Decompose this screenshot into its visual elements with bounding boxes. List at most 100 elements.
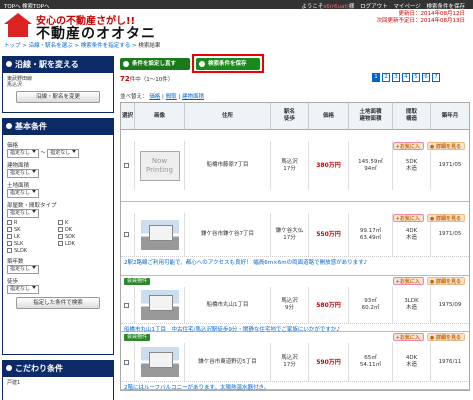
page-4[interactable]: 4 — [402, 73, 410, 82]
kodawari-section: 戸建1 — [2, 377, 114, 400]
area-cell: 93㎡ 60.2㎡ — [349, 287, 393, 323]
basic-section-title: 基本条件 — [15, 122, 47, 131]
breadcrumb-conditions[interactable]: 検索条件を指定する — [81, 43, 131, 49]
layout-option[interactable]: SLDK — [7, 248, 58, 254]
image-cell — [135, 287, 185, 323]
price-cell: 580万円 — [309, 287, 349, 323]
layout-option[interactable]: K — [58, 220, 109, 226]
price-cell: 380万円 — [309, 141, 349, 190]
table-row: +お気に入 ● 詳細を見る 鎌ケ谷市鎌ケ谷7丁目 鎌ケ谷大仏 17分 550万円… — [121, 213, 469, 276]
price-label: 価格 — [7, 143, 19, 149]
pr-comment: 2階にはルーフバルコニーがあります。太陽熱温水器付き。 — [121, 381, 469, 392]
price-min-select[interactable]: 指定なし — [7, 149, 40, 158]
row-cells: 船橋市丸山1丁目 馬込沢 9分 580万円 93㎡ 60.2㎡ 3LDK 木造 … — [121, 287, 469, 323]
header-station: 駅名 徒歩 — [271, 103, 309, 129]
line-section-title: 沿線・駅を変える — [15, 60, 79, 69]
page-6[interactable]: 6 — [422, 73, 430, 82]
select-checkbox[interactable] — [124, 302, 129, 308]
chevron-down-icon — [32, 286, 37, 289]
image-cell: Now Printing — [135, 141, 185, 190]
sort-layout-link[interactable]: 間取 — [166, 94, 177, 100]
station-cell: 馬込沢 17分 — [271, 141, 309, 190]
area-select[interactable]: 指定なし — [7, 169, 40, 178]
select-checkbox[interactable] — [124, 232, 129, 237]
pr-comment: 2駅2路線ご利用可能で、都心へのアクセスも良好！ 幅員6m×6mの両面道路で開放… — [121, 256, 469, 267]
layout-option[interactable]: R — [7, 220, 58, 226]
favorite-button[interactable]: +お気に入 — [392, 214, 424, 222]
page-7[interactable]: 7 — [432, 73, 440, 82]
page-1[interactable]: 1 — [372, 73, 380, 82]
layout-option[interactable]: SDK — [58, 234, 109, 240]
highlight-box — [192, 54, 264, 73]
sort-label: 並べ替え： — [120, 94, 148, 100]
pagination: 1 2 3 4 5 6 7 — [372, 73, 440, 82]
image-cell — [135, 213, 185, 256]
header-area: 土地面積 建物面積 — [349, 103, 393, 129]
walk-select[interactable]: 指定なし — [7, 285, 40, 294]
layout-option[interactable]: LK — [7, 234, 58, 240]
layout-options: R K SK DK LK SDK SLK LDK SLDK — [7, 220, 109, 254]
price-max-select[interactable]: 指定なし — [47, 149, 80, 158]
select-cell — [121, 213, 135, 256]
price-cell: 590万円 — [309, 343, 349, 381]
top-bar: TOPへ 検索TOPへ ようこそs6(r6uat)様 ログアウト マイページ 検… — [0, 0, 473, 10]
tilde: 〜 — [40, 150, 46, 156]
header-built: 築年月 — [441, 112, 459, 119]
now-printing-image[interactable]: Now Printing — [139, 150, 180, 181]
page-2[interactable]: 2 — [382, 73, 390, 82]
sidebar: 沿線・駅を変える 東武野田線 馬込沢 沿線・駅名を変更 基本条件 価格 指定なし… — [2, 56, 114, 400]
change-line-button[interactable]: 沿線・駅名を変更 — [16, 91, 100, 103]
select-checkbox[interactable] — [124, 359, 129, 365]
kodawari-section-header: こだわり条件 — [2, 360, 114, 377]
breadcrumb: トップ > 沿線・駅名を選ぶ > 検索条件を指定する > 検索結果 — [4, 43, 161, 49]
station-cell: 馬込沢 9分 — [271, 287, 309, 323]
sort-bar: 並べ替え： 価格 | 間取 | 建物面積 — [120, 94, 205, 100]
image-cell — [135, 343, 185, 381]
select-cell — [121, 287, 135, 323]
area-cell: 65㎡ 54.11㎡ — [349, 343, 393, 381]
bullet-icon — [6, 365, 12, 371]
reset-conditions-button[interactable]: 条件を設定し直す — [120, 58, 190, 70]
results-table: 選択 画像 住所 駅名 徒歩 価格 土地面積 建物面積 間取 構造 築年月 +お… — [120, 102, 470, 391]
detail-button[interactable]: ● 詳細を見る — [426, 333, 465, 341]
layout-option[interactable]: SLK — [7, 241, 58, 247]
row-cells: 鎌ケ谷市東道野辺5丁目 馬込沢 17分 590万円 65㎡ 54.11㎡ 4DK… — [121, 343, 469, 381]
favorite-button[interactable]: +お気に入 — [392, 333, 424, 341]
detail-button[interactable]: ● 詳細を見る — [426, 214, 465, 222]
station-cell: 鎌ケ谷大仏 17分 — [271, 213, 309, 256]
layout-label: 部屋数・間取タイプ — [7, 203, 57, 209]
select-checkbox[interactable] — [124, 163, 129, 168]
layout-option[interactable]: DK — [58, 227, 109, 233]
header-price: 価格 — [309, 103, 349, 129]
result-count: 72件中（1〜10件） — [120, 75, 174, 83]
land-select[interactable]: 指定なし — [7, 189, 40, 198]
sort-price-link[interactable]: 価格 — [149, 94, 160, 100]
property-photo[interactable] — [140, 219, 179, 250]
built-cell: 1975/09 — [438, 301, 462, 308]
breadcrumb-line[interactable]: 沿線・駅名を選ぶ — [29, 43, 73, 49]
property-photo[interactable] — [140, 347, 179, 377]
select-cell — [121, 141, 135, 190]
table-body: +お気に入 ● 詳細を見る Now Printing 船橋市藤原7丁目 馬込沢 … — [121, 141, 469, 392]
update-dates: 更新日：2014年08月12日 次回更新予定日：2014年08月13日 — [377, 11, 466, 25]
property-photo[interactable] — [140, 290, 179, 320]
station-cell: 馬込沢 17分 — [271, 343, 309, 381]
search-button[interactable]: 指定した条件で検索 — [16, 297, 100, 309]
logo-name[interactable]: 不動産のオオタニ — [36, 23, 156, 43]
page-5[interactable]: 5 — [412, 73, 420, 82]
layout-option[interactable]: SK — [7, 227, 58, 233]
page-3[interactable]: 3 — [392, 73, 400, 82]
address-cell: 船橋市丸山1丁目 — [185, 287, 271, 323]
layout-option[interactable]: LDK — [58, 241, 109, 247]
chevron-down-icon — [32, 266, 37, 269]
age-select[interactable]: 指定なし — [7, 265, 40, 274]
breadcrumb-top[interactable]: トップ — [4, 43, 21, 49]
favorite-button[interactable]: +お気に入 — [392, 142, 424, 150]
favorite-button[interactable]: +お気に入 — [392, 277, 424, 285]
detail-button[interactable]: ● 詳細を見る — [426, 277, 465, 285]
layout-select[interactable]: 指定なし — [7, 209, 40, 218]
chevron-down-icon — [72, 150, 77, 153]
sort-area-link[interactable]: 建物面積 — [182, 94, 204, 100]
detail-button[interactable]: ● 詳細を見る — [426, 142, 465, 150]
kodawari-item: 戸建1 — [7, 380, 21, 386]
